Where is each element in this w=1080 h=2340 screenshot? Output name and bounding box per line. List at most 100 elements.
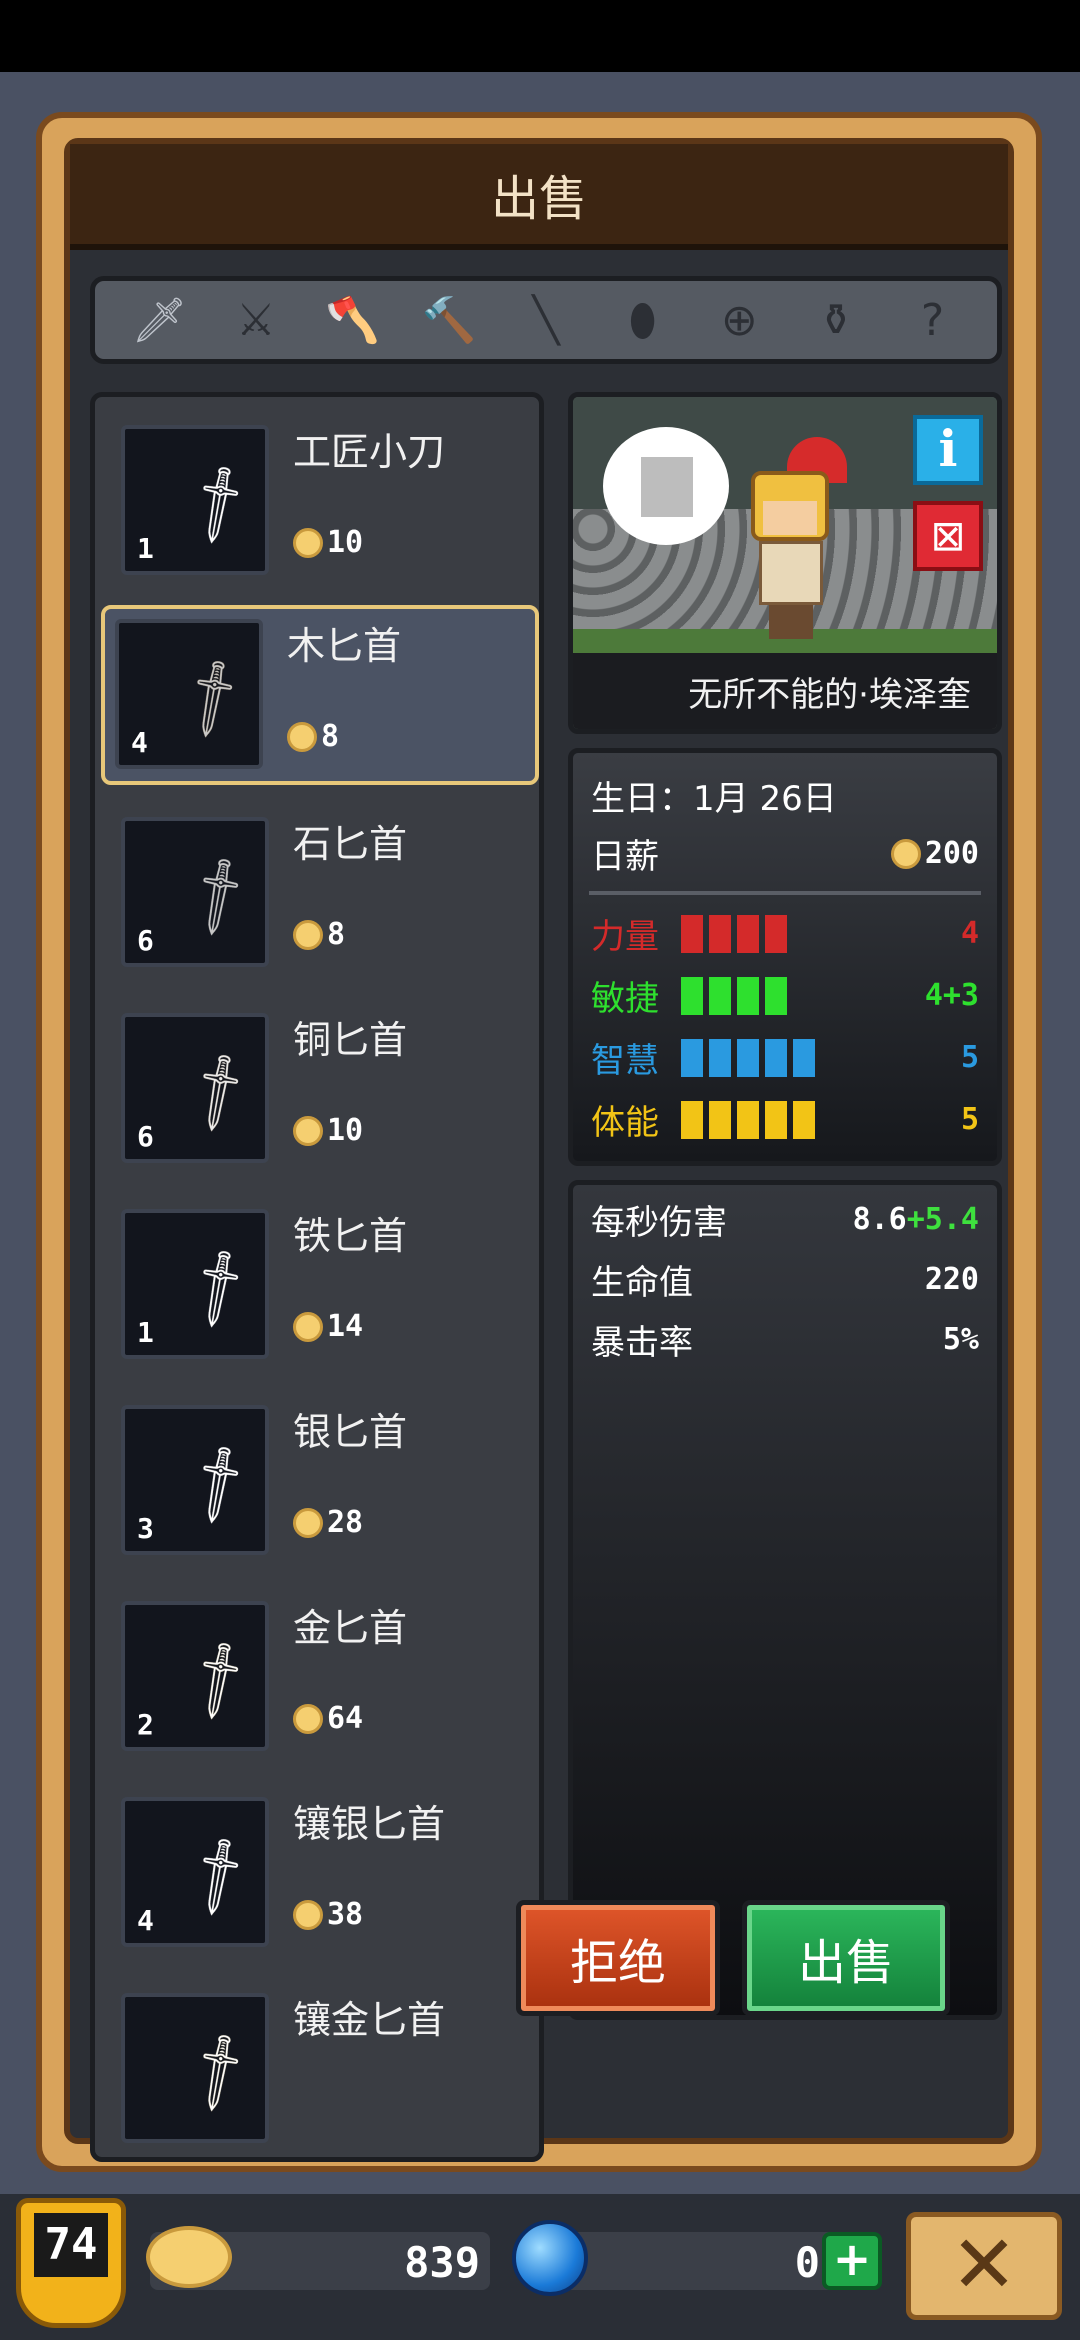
close-button[interactable]: ✕ [906,2212,1062,2320]
item-quantity: 3 [137,1512,154,1545]
item-price: 8 [293,917,345,952]
stat-bar-segment [709,1100,731,1139]
stat-label: 敏捷 [591,979,659,1019]
dialog-body: 出售 🗡 ⚔ 🪓 🔨 ╲ ⬮ ⊕ ⚱? 🗡 1 工匠小刀 10 🗡 4 木匕首 8 🗡 6 石匕首 8 🗡 6 铜匕首 10… [64,138,1014,2162]
item-price: 10 [293,525,363,560]
salary-row: 日薪 200 [591,829,979,878]
stat-row: 智慧 5 [591,1033,979,1082]
stat-bar-segment [737,1100,759,1139]
hero-body [759,541,823,605]
stat-bar-segment [709,976,731,1015]
item-name: 铜匕首 [293,1018,408,1062]
info-icon: i [938,419,958,478]
coin-icon [293,1899,323,1930]
stat-bar [681,1038,815,1077]
tab-hammer-icon[interactable]: 🔨 [417,294,481,346]
speech-bubble [603,427,729,545]
dps-base: 8.6 [852,1202,907,1237]
reject-button[interactable]: 拒绝 [516,1900,720,2016]
stat-bar-segment [709,1038,731,1077]
item-icon-frame: 🗡 4 [115,619,263,769]
list-item[interactable]: 🗡 镶金匕首 [107,1977,529,2157]
crit-value: 5% [942,1322,979,1357]
list-item[interactable]: 🗡 1 工匠小刀 10 [107,409,529,589]
dagger-icon: 🗡 [171,849,267,944]
hp-label: 生命值 [591,1263,693,1303]
item-quantity: 1 [137,532,154,565]
item-price: 10 [293,1113,363,1148]
list-item[interactable]: 🗡 6 铜匕首 10 [107,997,529,1177]
stat-value: 4+3 [924,978,979,1013]
item-name: 镶金匕首 [293,1998,446,2042]
item-price: 8 [287,719,339,754]
stat-value: 5 [960,1102,979,1137]
coin-icon [293,527,323,558]
stat-row: 敏捷 4+3 [591,971,979,1020]
add-gems-button[interactable]: + [822,2232,882,2290]
item-icon-frame: 🗡 1 [121,425,269,575]
coin-icon [293,1507,323,1538]
stat-bar-segment [681,976,703,1015]
list-item[interactable]: 🗡 4 镶银匕首 38 [107,1781,529,1961]
tab-dagger-icon[interactable]: 🗡 [127,294,191,346]
tab-shield-icon[interactable]: ⬮ [611,295,675,346]
tab-unknown-icon[interactable]: ? [901,295,965,346]
coin-icon [890,838,921,869]
tab-potion-icon[interactable]: ⚱ [804,295,868,346]
dagger-icon: 🗡 [171,457,267,552]
status-bar [0,0,1080,72]
stat-bar-segment [765,976,787,1015]
stat-bar-segment [681,914,703,953]
tab-spear-icon[interactable]: ╲ [514,295,578,346]
dagger-icon: 🗡 [171,1633,267,1728]
item-name: 铁匕首 [293,1214,408,1258]
item-icon-frame: 🗡 6 [121,817,269,967]
hp-row: 生命值 220 [591,1255,979,1304]
item-list[interactable]: 🗡 1 工匠小刀 10 🗡 4 木匕首 8 🗡 6 石匕首 8 🗡 6 铜匕首 10 🗡 1 铁匕首 14 🗡 3 银匕首 2… [90,392,544,2162]
list-item[interactable]: 🗡 6 石匕首 8 [107,801,529,981]
tab-bow-icon[interactable]: ⊕ [707,295,771,346]
list-item[interactable]: 🗡 1 铁匕首 14 [107,1193,529,1373]
list-item[interactable]: 🗡 4 木匕首 8 [101,605,539,785]
stat-value: 5 [960,1040,979,1075]
item-quantity: 1 [137,1316,154,1349]
dagger-icon: 🗡 [171,1241,267,1336]
salary-value: 200 [924,836,979,871]
stat-bar [681,1100,815,1139]
dagger-icon: 🗡 [171,1829,267,1924]
hero-name-bar: 无所不能的·埃泽奎 [573,653,997,729]
item-price-value: 8 [327,917,346,952]
tab-axe-icon[interactable]: 🪓 [321,294,385,346]
birthday-row: 生日： 1月 26日 [591,771,979,820]
coin-icon [293,1703,323,1734]
dagger-icon: 🗡 [171,1045,267,1140]
stat-bar-segment [765,914,787,953]
item-price: 14 [293,1309,363,1344]
list-item[interactable]: 🗡 2 金匕首 64 [107,1585,529,1765]
item-quantity: 2 [137,1708,154,1741]
sell-button[interactable]: 出售 [742,1900,950,2016]
stat-value: 4 [960,916,979,951]
item-price: 28 [293,1505,363,1540]
speech-bubble-icon [641,457,693,517]
hero-name: 无所不能的·埃泽奎 [688,674,971,715]
coin-icon [293,1311,323,1342]
item-name: 镶银匕首 [293,1802,446,1846]
dismiss-hero-button[interactable]: ⊠ [913,501,983,571]
stat-bar-segment [765,1100,787,1139]
stat-bar-segment [765,1038,787,1077]
gem-icon [512,2220,588,2296]
dagger-icon: 🗡 [171,2025,267,2120]
salary-label: 日薪 [591,837,659,877]
list-item[interactable]: 🗡 3 银匕首 28 [107,1389,529,1569]
item-price-value: 28 [327,1505,364,1540]
stat-bar-segment [681,1038,703,1077]
tab-sword-icon[interactable]: ⚔ [224,295,288,346]
item-quantity: 6 [137,1120,154,1153]
info-button[interactable]: i [913,415,983,485]
crit-row: 暴击率 5% [591,1315,979,1364]
coin-icon [293,1115,323,1146]
level-badge[interactable]: 74 [16,2198,126,2328]
item-icon-frame: 🗡 1 [121,1209,269,1359]
gold-coin-icon [146,2226,232,2288]
